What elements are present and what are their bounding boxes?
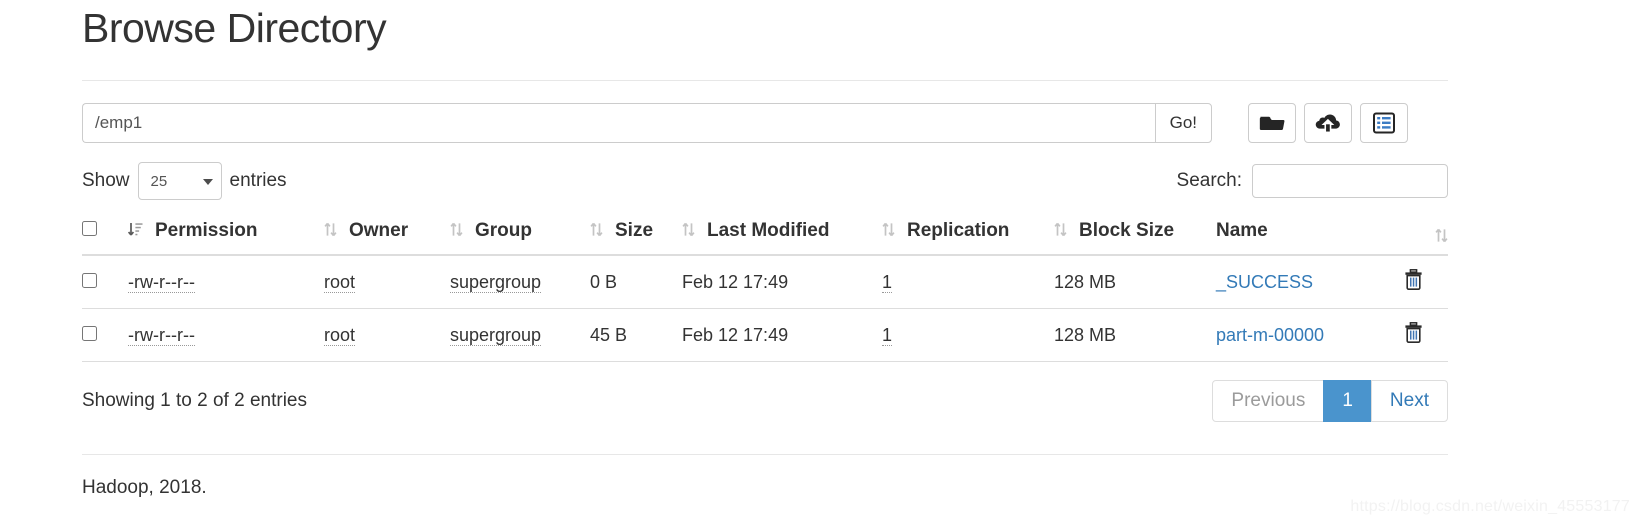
sort-icon[interactable] <box>1435 228 1448 243</box>
column-header-replication[interactable]: Replication <box>882 214 1054 256</box>
column-header-size-label: Size <box>615 220 654 241</box>
group-value[interactable]: supergroup <box>450 324 542 346</box>
search-label: Search: <box>1176 170 1242 191</box>
cell-size: 0 B <box>590 255 682 309</box>
cell-size: 45 B <box>590 308 682 362</box>
row-select-cell <box>82 255 128 309</box>
table-info: Showing 1 to 2 of 2 entries <box>82 390 307 411</box>
column-header-last-modified-label: Last Modified <box>707 220 830 241</box>
column-header-group[interactable]: Group <box>450 214 590 256</box>
cell-name: part-m-00000 <box>1216 308 1378 362</box>
file-name-link[interactable]: part-m-00000 <box>1216 325 1324 345</box>
cell-permission: -rw-r--r-- <box>128 308 324 362</box>
top-divider <box>82 80 1448 81</box>
cell-actions <box>1378 308 1448 362</box>
pagination-next-button[interactable]: Next <box>1370 380 1448 422</box>
column-header-replication-label: Replication <box>907 220 1010 241</box>
cell-last-modified: Feb 12 17:49 <box>682 308 882 362</box>
sort-icon[interactable] <box>450 222 463 237</box>
table-footer-row: Showing 1 to 2 of 2 entries Previous 1 N… <box>82 380 1448 422</box>
search-input[interactable] <box>1252 164 1448 198</box>
upload-files-button[interactable] <box>1304 103 1352 143</box>
search-control: Search: <box>1177 164 1448 198</box>
directory-path-input[interactable] <box>82 103 1155 143</box>
owner-value[interactable]: root <box>324 271 356 293</box>
sort-icon[interactable] <box>1054 222 1067 237</box>
page-footer: Hadoop, 2018. <box>82 477 207 498</box>
show-label: Show <box>82 170 130 191</box>
column-header-owner[interactable]: Owner <box>324 214 450 256</box>
column-header-last-modified[interactable]: Last Modified <box>682 214 882 256</box>
row-checkbox[interactable] <box>82 272 97 288</box>
cell-replication: 1 <box>882 255 1054 309</box>
column-header-size[interactable]: Size <box>590 214 682 256</box>
table-row[interactable]: -rw-r--r-- root supergroup 0 B Feb 12 17… <box>82 255 1448 309</box>
page-length-select[interactable]: 25 <box>137 162 222 200</box>
file-name-link[interactable]: _SUCCESS <box>1216 272 1313 292</box>
cell-replication: 1 <box>882 308 1054 362</box>
cell-owner: root <box>324 308 450 362</box>
column-header-name-label: Name <box>1216 220 1268 241</box>
select-all-header <box>82 214 128 256</box>
permission-value[interactable]: -rw-r--r-- <box>128 271 195 293</box>
page-title: Browse Directory <box>82 5 387 51</box>
sort-icon[interactable] <box>324 222 337 237</box>
path-bar-row: Go! <box>82 103 1448 143</box>
bottom-divider <box>82 454 1448 455</box>
sort-icon[interactable] <box>882 222 895 237</box>
replication-value[interactable]: 1 <box>882 271 893 293</box>
directory-listing-table: Permission Owner Group Size Last Modifie… <box>82 214 1448 362</box>
table-row[interactable]: -rw-r--r-- root supergroup 45 B Feb 12 1… <box>82 308 1448 362</box>
pagination: Previous 1 Next <box>1212 380 1448 422</box>
cell-last-modified: Feb 12 17:49 <box>682 255 882 309</box>
pagination-page-1-button[interactable]: 1 <box>1323 380 1372 422</box>
cell-owner: root <box>324 255 450 309</box>
folder-open-icon <box>1259 112 1285 134</box>
cell-group: supergroup <box>450 255 590 309</box>
sort-icon[interactable] <box>682 222 695 237</box>
sort-icon[interactable] <box>590 222 603 237</box>
cell-block-size: 128 MB <box>1054 308 1216 362</box>
column-header-name[interactable]: Name <box>1216 214 1378 256</box>
column-header-permission[interactable]: Permission <box>128 214 324 256</box>
create-directory-button[interactable] <box>1248 103 1296 143</box>
select-all-checkbox[interactable] <box>82 221 97 236</box>
column-header-block-size[interactable]: Block Size <box>1054 214 1216 256</box>
go-button[interactable]: Go! <box>1154 103 1212 143</box>
watermark-text: https://blog.csdn.net/weixin_45553177 <box>1350 498 1630 515</box>
delete-row-button[interactable] <box>1404 322 1423 346</box>
page-length-select-wrap: 25 <box>137 162 222 200</box>
column-header-block-size-label: Block Size <box>1079 220 1175 241</box>
column-header-owner-label: Owner <box>349 220 409 241</box>
column-header-permission-label: Permission <box>155 220 258 241</box>
replication-value[interactable]: 1 <box>882 324 893 346</box>
sort-amount-desc-icon[interactable] <box>128 222 143 237</box>
cell-permission: -rw-r--r-- <box>128 255 324 309</box>
cell-actions <box>1378 255 1448 309</box>
column-header-group-label: Group <box>475 220 532 241</box>
trash-icon <box>1404 269 1423 293</box>
path-input-group: Go! <box>82 103 1212 143</box>
cloud-upload-icon <box>1315 112 1341 134</box>
column-header-actions[interactable] <box>1378 214 1448 256</box>
pagination-previous-button[interactable]: Previous <box>1212 380 1325 422</box>
group-value[interactable]: supergroup <box>450 271 542 293</box>
table-header-row: Permission Owner Group Size Last Modifie… <box>82 214 1448 256</box>
directory-action-buttons <box>1248 103 1408 143</box>
table-controls-row: Show 25 entries Search: <box>82 162 1448 200</box>
row-select-cell <box>82 308 128 362</box>
snapshot-button[interactable] <box>1360 103 1408 143</box>
trash-icon <box>1404 322 1423 346</box>
entries-label: entries <box>229 170 287 191</box>
delete-row-button[interactable] <box>1404 269 1423 293</box>
cell-group: supergroup <box>450 308 590 362</box>
owner-value[interactable]: root <box>324 324 356 346</box>
page-length-control: Show 25 entries <box>82 162 287 200</box>
page-container: Browse Directory Go! <box>82 0 1448 499</box>
list-alt-icon <box>1373 112 1395 134</box>
cell-name: _SUCCESS <box>1216 255 1378 309</box>
cell-block-size: 128 MB <box>1054 255 1216 309</box>
row-checkbox[interactable] <box>82 325 97 341</box>
permission-value[interactable]: -rw-r--r-- <box>128 324 195 346</box>
